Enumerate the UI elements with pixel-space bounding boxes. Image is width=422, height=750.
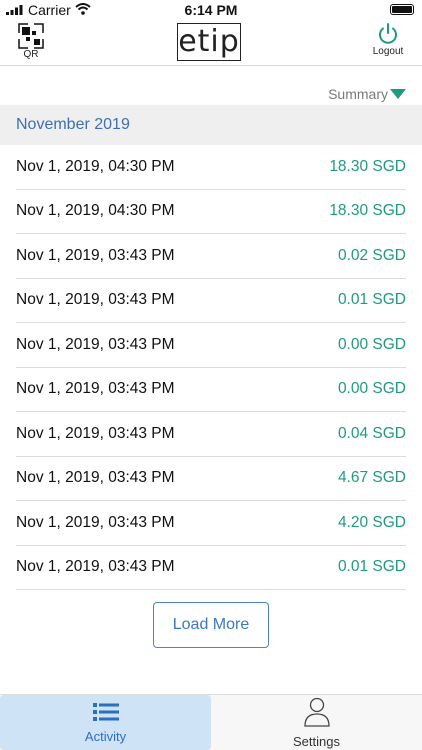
caret-down-icon [390, 89, 406, 99]
transaction-row[interactable]: Nov 1, 2019, 04:30 PM 18.30 SGD [16, 190, 406, 234]
transaction-row[interactable]: Nov 1, 2019, 03:43 PM 0.01 SGD [16, 546, 406, 590]
app-header: QR etip Logout [0, 20, 422, 66]
tab-bar: Activity Settings [0, 694, 422, 750]
transaction-amount: 0.01 SGD [337, 291, 406, 309]
transaction-list: Nov 1, 2019, 04:30 PM 18.30 SGD Nov 1, 201… [16, 145, 406, 590]
tab-activity[interactable]: Activity [0, 695, 211, 750]
logout-button[interactable]: Logout [368, 22, 408, 64]
qr-button[interactable]: QR [14, 23, 48, 65]
transaction-row[interactable]: Nov 1, 2019, 04:30 PM 18.30 SGD [16, 145, 406, 190]
transaction-date: Nov 1, 2019, 04:30 PM [16, 202, 175, 220]
transaction-date: Nov 1, 2019, 03:43 PM [16, 558, 175, 576]
transaction-amount: 0.02 SGD [337, 246, 406, 264]
transaction-row[interactable]: Nov 1, 2019, 03:43 PM 0.01 SGD [16, 279, 406, 323]
qr-icon [14, 23, 48, 49]
tab-activity-label: Activity [84, 728, 127, 744]
person-icon [303, 697, 331, 730]
transaction-row[interactable]: Nov 1, 2019, 03:43 PM 0.04 SGD [16, 412, 406, 457]
power-icon [368, 22, 408, 46]
tab-settings-label: Settings [293, 733, 340, 749]
tab-settings[interactable]: Settings [211, 695, 422, 750]
transaction-amount: 18.30 SGD [329, 157, 406, 175]
transaction-row[interactable]: Nov 1, 2019, 03:43 PM 4.67 SGD [16, 457, 406, 501]
summary-label: Summary [328, 86, 388, 102]
transaction-date: Nov 1, 2019, 03:43 PM [16, 513, 175, 531]
etip-logo: etip [177, 23, 241, 61]
battery-icon [390, 4, 414, 15]
transaction-amount: 18.30 SGD [329, 202, 406, 220]
summary-row: Summary [0, 84, 422, 104]
transaction-date: Nov 1, 2019, 03:43 PM [16, 246, 175, 264]
summary-dropdown[interactable]: Summary [328, 86, 406, 102]
transaction-date: Nov 1, 2019, 03:43 PM [16, 335, 175, 353]
transaction-date: Nov 1, 2019, 03:43 PM [16, 291, 175, 309]
transaction-row[interactable]: Nov 1, 2019, 03:43 PM 4.20 SGD [16, 501, 406, 546]
transaction-amount: 0.00 SGD [337, 335, 406, 353]
transaction-date: Nov 1, 2019, 04:30 PM [16, 157, 175, 175]
transaction-amount: 0.01 SGD [337, 558, 406, 576]
transaction-amount: 0.04 SGD [337, 424, 406, 442]
list-icon [92, 702, 119, 725]
transaction-amount: 4.20 SGD [337, 513, 406, 531]
transaction-row[interactable]: Nov 1, 2019, 03:43 PM 0.02 SGD [16, 234, 406, 279]
transaction-date: Nov 1, 2019, 03:43 PM [16, 469, 175, 487]
transaction-amount: 0.00 SGD [337, 380, 406, 398]
status-bar: Carrier 6:14 PM [0, 0, 422, 20]
transaction-amount: 4.67 SGD [337, 469, 406, 487]
transaction-date: Nov 1, 2019, 03:43 PM [16, 380, 175, 398]
transaction-date: Nov 1, 2019, 03:43 PM [16, 424, 175, 442]
load-more-button[interactable]: Load More [153, 602, 269, 648]
status-time: 6:14 PM [184, 2, 238, 18]
transaction-row[interactable]: Nov 1, 2019, 03:43 PM 0.00 SGD [16, 323, 406, 368]
transaction-row[interactable]: Nov 1, 2019, 03:43 PM 0.00 SGD [16, 368, 406, 412]
logo-text: etip [178, 24, 240, 59]
qr-label: QR [23, 49, 39, 60]
month-section-header: November 2019 [0, 105, 422, 145]
logout-label: Logout [372, 46, 404, 57]
